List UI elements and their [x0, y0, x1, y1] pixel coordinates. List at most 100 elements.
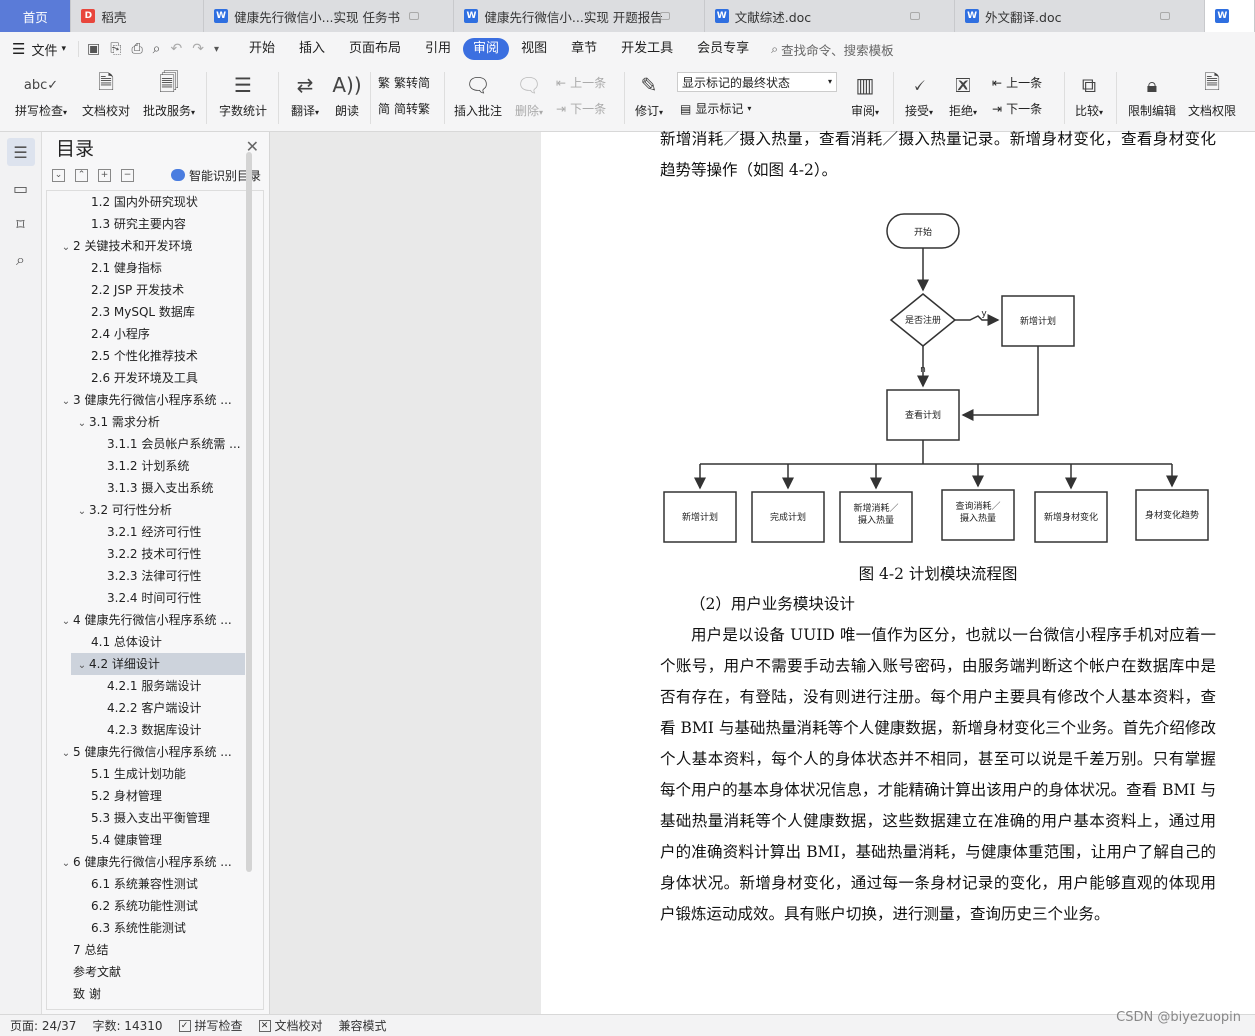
delete-comment-button[interactable]: 🗨 删除▾	[510, 66, 548, 119]
collapse-all-icon[interactable]: ⌃	[75, 168, 88, 182]
undo-icon[interactable]: ↶	[170, 41, 182, 57]
simp-to-trad-button[interactable]: 简简转繁	[378, 100, 430, 117]
remove-heading-icon[interactable]: −	[121, 168, 134, 182]
toc-item[interactable]: ⌄ 3 健康先行微信小程序系统 ...	[47, 389, 263, 411]
toc-item[interactable]: 4.1 总体设计	[47, 631, 263, 653]
toc-item[interactable]: ⌄ 5 健康先行微信小程序系统 ...	[47, 741, 263, 763]
compare-button[interactable]: ⧉ 比较▾	[1070, 66, 1108, 119]
output-icon[interactable]: ⎘	[110, 41, 121, 57]
restrict-edit-button[interactable]: 🔒︎ 限制编辑	[1124, 66, 1180, 119]
insert-comment-button[interactable]: 🗨 插入批注	[452, 66, 504, 119]
tab-document[interactable]: W 文献综述.doc	[705, 0, 956, 32]
toc-item[interactable]: 6.3 系统性能测试	[47, 917, 263, 939]
spell-check-status[interactable]: ✓ 拼写检查	[178, 1017, 243, 1034]
tab-docer[interactable]: D 稻壳	[71, 0, 205, 32]
chevron-down-icon[interactable]: ⌄	[75, 655, 89, 675]
toc-item[interactable]: 1.2 国内外研究现状	[47, 191, 263, 213]
toc-item[interactable]: ⌄ 3.2 可行性分析	[47, 499, 263, 521]
chevron-down-icon[interactable]: ⌄	[59, 237, 73, 257]
add-heading-icon[interactable]: +	[98, 168, 111, 182]
show-markup-button[interactable]: ▤ 显示标记 ▾	[680, 100, 751, 117]
menu-start[interactable]: 开始	[237, 38, 287, 60]
print-icon[interactable]: ⎙	[131, 41, 142, 57]
toc-scrollbar[interactable]	[246, 152, 252, 872]
toc-item[interactable]: 5.1 生成计划功能	[47, 763, 263, 785]
toc-item[interactable]: 3.1.3 摄入支出系统	[47, 477, 263, 499]
menu-review[interactable]: 审阅	[463, 38, 510, 60]
toc-item[interactable]: 5.4 健康管理	[47, 829, 263, 851]
track-changes-button[interactable]: ✎ 修订▾	[630, 66, 668, 119]
command-search[interactable]: ⌕ 查找命令、搜索模板	[771, 40, 894, 59]
markup-state-select[interactable]: 显示标记的最终状态 ▾	[677, 72, 837, 92]
toc-item[interactable]: 3.1.1 会员帐户系统需 ...	[47, 433, 263, 455]
toc-item[interactable]: 4.2.1 服务端设计	[47, 675, 263, 697]
doc-proof-button[interactable]: 🗎 文档校对	[80, 66, 132, 119]
toc-item[interactable]: 2.1 健身指标	[47, 257, 263, 279]
toc-item[interactable]: 7 总结	[47, 939, 263, 961]
toc-item[interactable]: 4.2.2 客户端设计	[47, 697, 263, 719]
customize-icon[interactable]: ▾	[214, 44, 219, 55]
menu-references[interactable]: 引用	[413, 38, 463, 60]
menu-member[interactable]: 会员专享	[685, 38, 761, 60]
toc-item[interactable]: 6.1 系统兼容性测试	[47, 873, 263, 895]
tab-current-document[interactable]: W	[1205, 0, 1255, 32]
doc-proof-status[interactable]: ✕ 文档校对	[258, 1017, 323, 1034]
expand-all-icon[interactable]: ⌄	[52, 168, 65, 182]
toc-item[interactable]: ⌄ 4 健康先行微信小程序系统 ...	[47, 609, 263, 631]
toc-item[interactable]: ⌄ 2 关键技术和开发环境	[47, 235, 263, 257]
toc-item[interactable]: 5.2 身材管理	[47, 785, 263, 807]
tab-home[interactable]: 首页	[0, 0, 72, 32]
toc-item[interactable]: 2.3 MySQL 数据库	[47, 301, 263, 323]
chevron-down-icon[interactable]: ⌄	[75, 413, 89, 433]
toc-item[interactable]: 6.2 系统功能性测试	[47, 895, 263, 917]
toc-item[interactable]: 参考文献	[47, 961, 263, 983]
search-icon[interactable]: ⌕	[7, 246, 35, 274]
toc-item[interactable]: 5.3 摄入支出平衡管理	[47, 807, 263, 829]
toc-item[interactable]: ⌄ 3.1 需求分析	[47, 411, 263, 433]
toc-item[interactable]: 2.5 个性化推荐技术	[47, 345, 263, 367]
toc-item[interactable]: 2.6 开发环境及工具	[47, 367, 263, 389]
translate-button[interactable]: ⇄ 翻译▾	[286, 66, 324, 119]
toc-item[interactable]: ⌄ 6 健康先行微信小程序系统 ...	[47, 851, 263, 873]
batch-service-button[interactable]: 🗐 批改服务▾	[140, 66, 198, 119]
file-menu[interactable]: ☰ 文件 ▾	[0, 32, 78, 66]
toc-item[interactable]: 3.2.1 经济可行性	[47, 521, 263, 543]
toc-item[interactable]: 3.1.2 计划系统	[47, 455, 263, 477]
toc-item[interactable]: 2.2 JSP 开发技术	[47, 279, 263, 301]
chevron-down-icon[interactable]: ⌄	[59, 743, 73, 763]
prev-comment-button[interactable]: ⇤ 上一条	[556, 74, 606, 91]
prev-change-button[interactable]: ⇤ 上一条	[992, 74, 1042, 91]
save-icon[interactable]: ▣	[87, 41, 100, 57]
toc-item[interactable]: 4.2.3 数据库设计	[47, 719, 263, 741]
chevron-down-icon[interactable]: ⌄	[59, 853, 73, 873]
doc-permission-button[interactable]: 🗎 文档权限	[1184, 66, 1240, 119]
tab-document[interactable]: W 外文翻译.doc	[955, 0, 1206, 32]
print-preview-icon[interactable]: ⌕	[153, 41, 161, 57]
toc-panel-icon[interactable]: ☰	[6, 138, 35, 166]
trad-to-simp-button[interactable]: 繁繁转简	[378, 74, 430, 91]
spell-check-button[interactable]: abc✓ 拼写检查▾	[10, 66, 72, 119]
reject-button[interactable]: 🗷 拒绝▾	[944, 66, 982, 119]
word-count-indicator[interactable]: 字数: 14310	[92, 1017, 162, 1034]
menu-chapter[interactable]: 章节	[559, 38, 609, 60]
review-pane-button[interactable]: ▥ 审阅▾	[845, 66, 885, 119]
toc-item[interactable]: 3.2.2 技术可行性	[47, 543, 263, 565]
word-count-button[interactable]: ☰ 字数统计	[216, 66, 270, 119]
read-aloud-button[interactable]: A)) 朗读	[330, 66, 364, 119]
toc-item[interactable]: 2.4 小程序	[47, 323, 263, 345]
chevron-down-icon[interactable]: ⌄	[75, 501, 89, 521]
tab-document[interactable]: W 健康先行微信小...实现 任务书	[204, 0, 455, 32]
chevron-down-icon[interactable]: ⌄	[59, 611, 73, 631]
toc-item[interactable]: ⌄ 4.2 详细设计	[71, 653, 245, 675]
next-comment-button[interactable]: ⇥ 下一条	[556, 100, 606, 117]
menu-insert[interactable]: 插入	[287, 38, 337, 60]
toc-item[interactable]: 致 谢	[47, 983, 263, 1005]
bookmark-icon[interactable]: ⌑	[7, 210, 35, 238]
accept-button[interactable]: 🗸 接受▾	[900, 66, 938, 119]
toc-item[interactable]: 1.3 研究主要内容	[47, 213, 263, 235]
toc-item[interactable]: 3.2.4 时间可行性	[47, 587, 263, 609]
menu-developer[interactable]: 开发工具	[609, 38, 685, 60]
toc-item[interactable]: 3.2.3 法律可行性	[47, 565, 263, 587]
page-indicator[interactable]: 页面: 24/37	[10, 1017, 76, 1034]
tab-document[interactable]: W 健康先行微信小...实现 开题报告	[454, 0, 705, 32]
